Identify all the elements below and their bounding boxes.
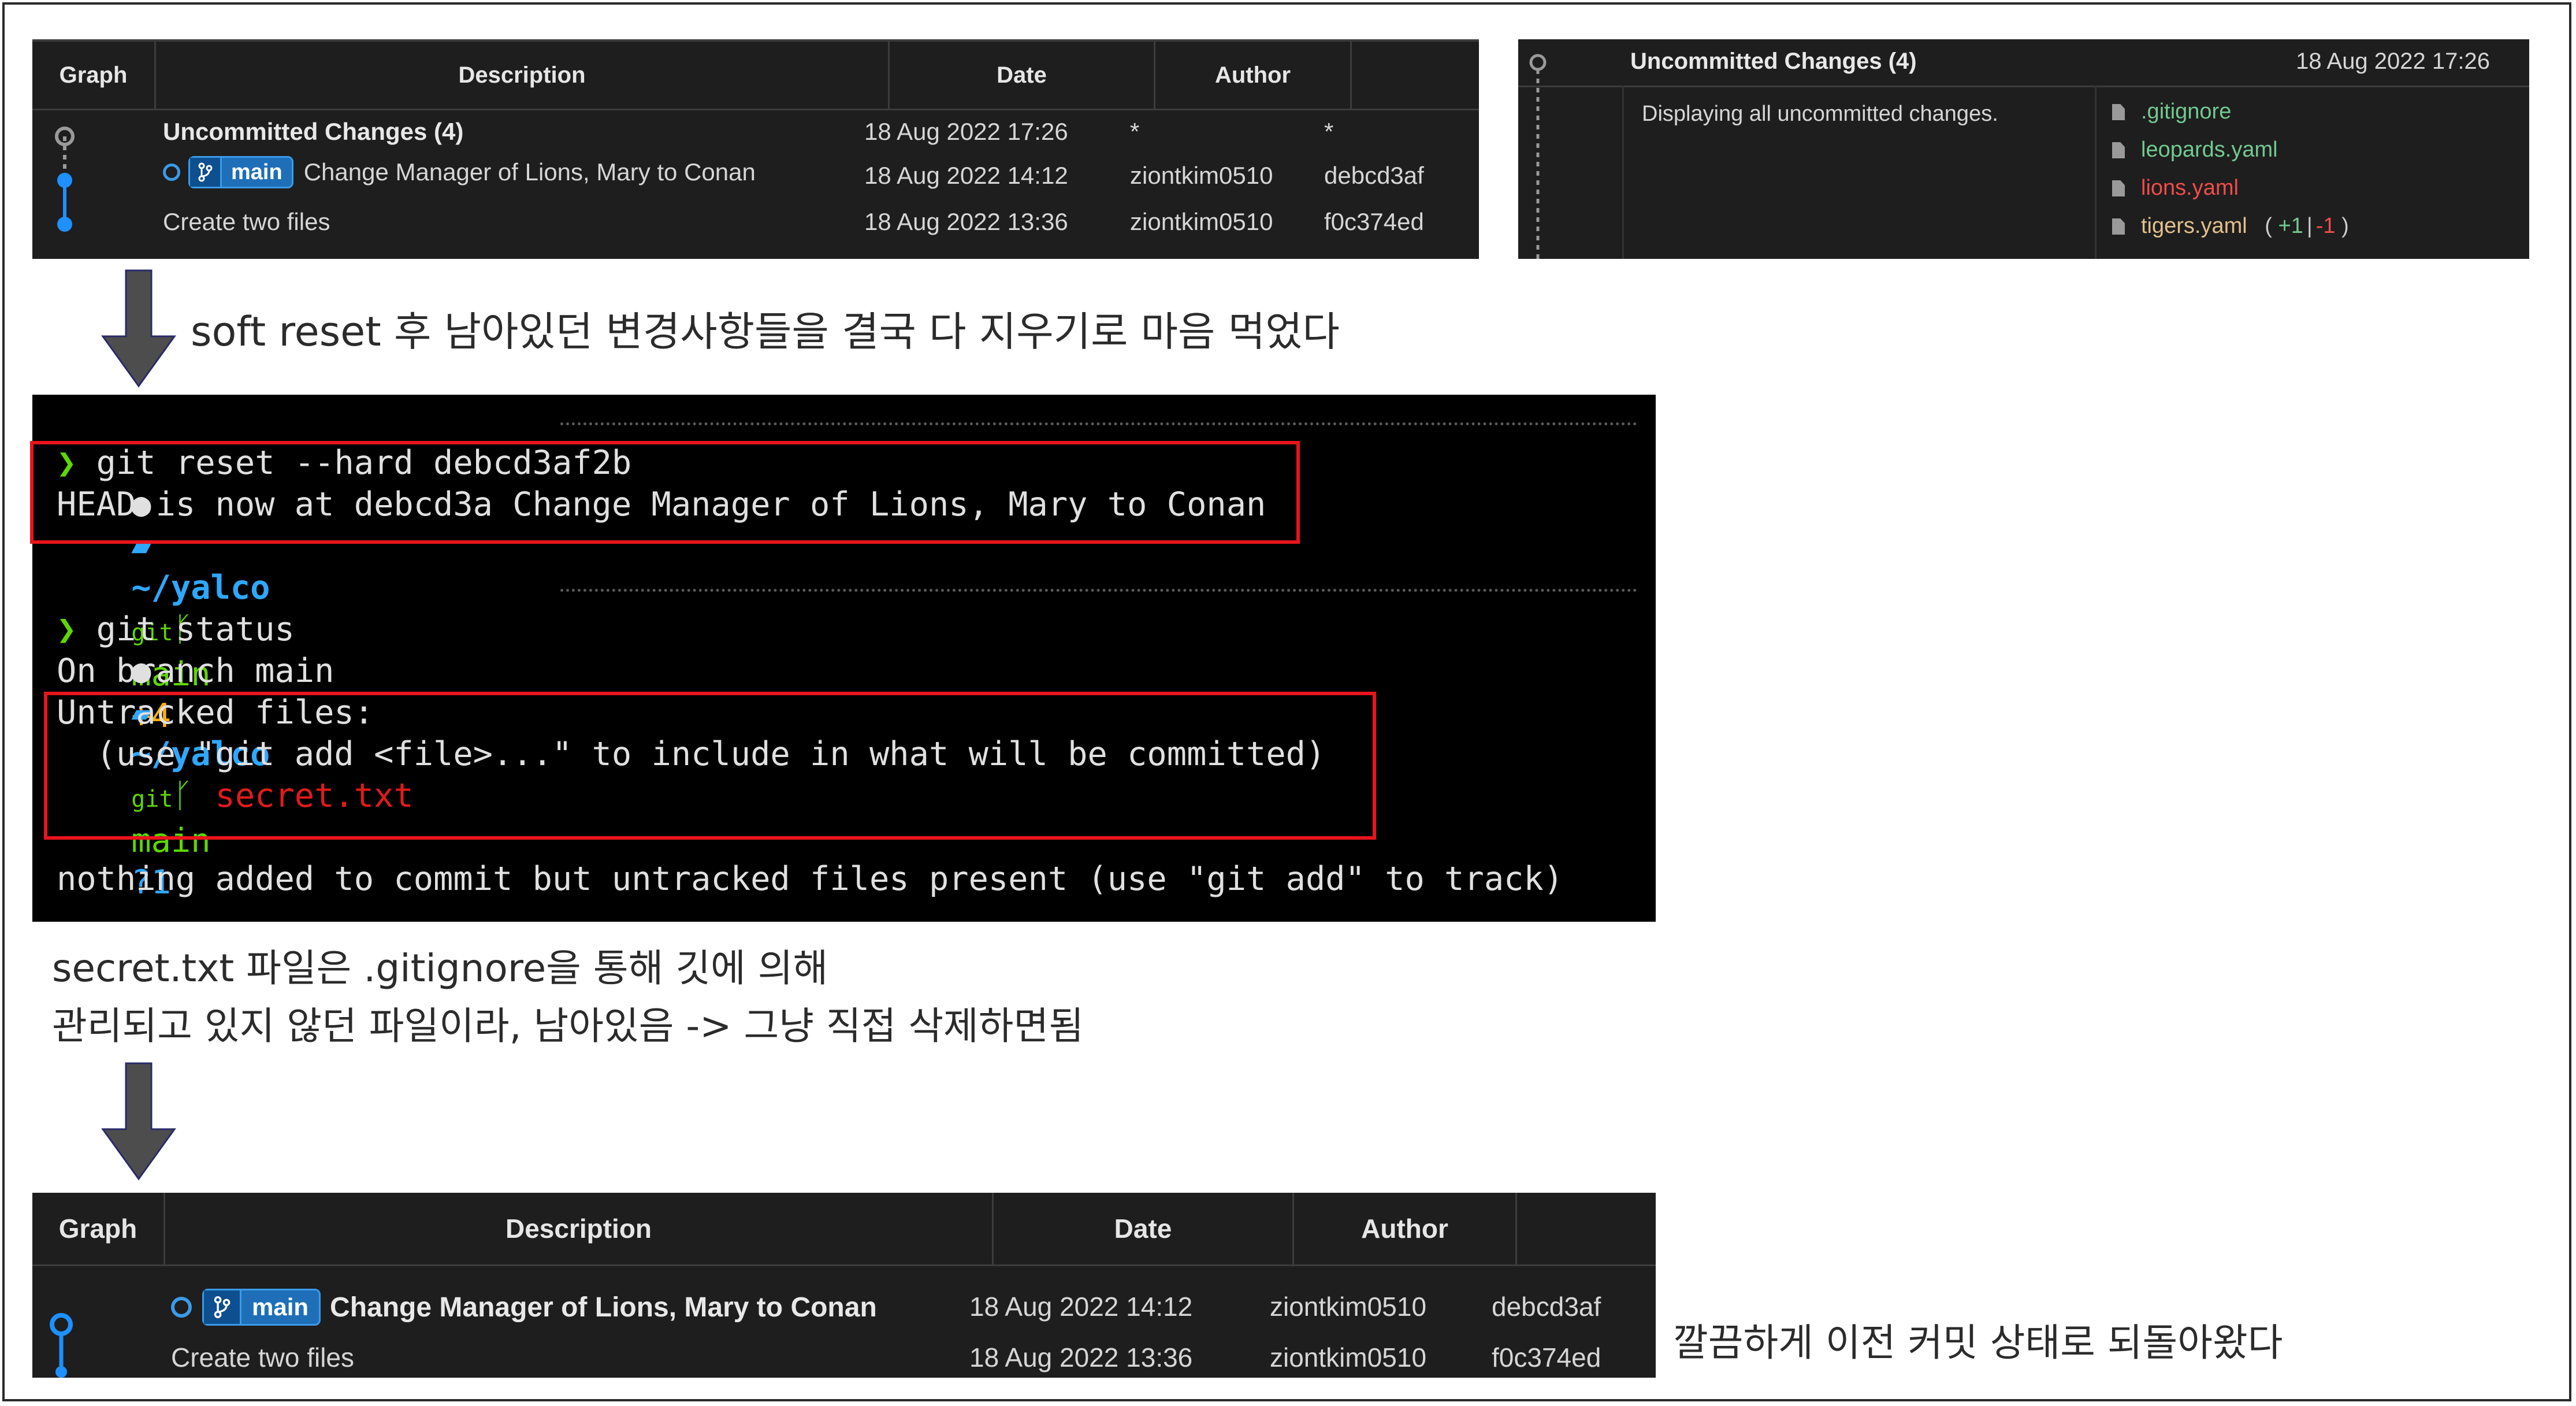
file-name: tigers.yaml [2141,214,2247,238]
prompt-line: ● ▰ ~/yalco gitᚴ main +4 [52,400,1646,735]
file-name: leopards.yaml [2141,138,2278,162]
header-description[interactable]: Description [165,1193,994,1264]
header-description[interactable]: Description [156,42,890,109]
row-uncommitted-author: * [1130,118,1140,145]
row-author: ziontkim0510 [1130,208,1273,235]
diff-added: +1 [2278,214,2303,238]
terminal-window: ● ▰ ~/yalco gitᚴ main +4 ❯ git reset --h… [30,395,1656,922]
caption-secret-line1: secret.txt 파일은 .gitignore을 통해 깃에 의해 [52,946,828,990]
file-name: .gitignore [2141,99,2232,124]
prompt-chevron: ❯ [57,610,77,648]
row-author: ziontkim0510 [1130,162,1273,189]
row-uncommitted-date: 18 Aug 2022 17:26 [864,118,1068,145]
file-tigers-yaml[interactable]: tigers.yaml ( +1 | -1 ) [2112,214,2349,239]
header-date[interactable]: Date [890,42,1155,109]
prompt-line: ● ▰ ~/yalco gitᚴ main ?1 [52,567,1646,902]
header-graph[interactable]: Graph [32,1193,165,1264]
highlight-box-untracked [44,692,1376,840]
row-uncommitted-commit: * [1324,118,1334,145]
bottom-graph-lines [50,1313,73,1378]
row-uncommitted-description[interactable]: Uncommitted Changes (4) [163,118,463,146]
row-date: 18 Aug 2022 14:12 [864,162,1068,189]
top-graph-lines [55,127,75,232]
file-lions-yaml[interactable]: lions.yaml [2112,176,2239,201]
row-description[interactable]: Create two files [163,208,330,236]
top-graph-header: Graph Description Date Author [32,42,1479,110]
header-author[interactable]: Author [1294,1193,1517,1264]
branch-icon [204,1290,241,1324]
file-icon [2112,180,2125,196]
bottom-graph-header: Graph Description Date Author [32,1193,1656,1266]
output-line: nothing added to commit but untracked fi… [57,860,1564,898]
table-row[interactable]: main Change Manager of Lions, Mary to Co… [163,156,756,188]
file-leopards-yaml[interactable]: leopards.yaml [2112,138,2278,162]
prompt-filler [560,589,1637,592]
row-date: 18 Aug 2022 14:12 [969,1292,1193,1322]
output-line: On branch main [57,652,334,690]
diff-stat-open: ( [2265,214,2272,238]
highlight-box-reset [30,441,1300,544]
diff-stat: ( +1 | -1 ) [2265,214,2348,238]
top-git-graph-panel: Graph Description Date Author Uncommitte… [32,39,1479,259]
table-row[interactable]: main Change Manager of Lions, Mary to Co… [171,1289,877,1326]
row-date: 18 Aug 2022 13:36 [969,1342,1193,1372]
details-title: Uncommitted Changes (4) [1630,49,1917,74]
details-date: 18 Aug 2022 17:26 [2296,49,2490,74]
diff-removed: -1 [2315,214,2336,238]
row-author: ziontkim0510 [1270,1292,1427,1322]
header-commit[interactable] [1352,42,1479,109]
caption-secret-line2: 관리되고 있지 않던 파일이라, 남아있음 -> 그냥 직접 삭제하면됨 [52,1004,1084,1048]
file-name: lions.yaml [2141,176,2239,200]
header-date[interactable]: Date [994,1193,1294,1264]
head-ring-icon [163,164,180,181]
row-commit: debcd3af [1324,162,1424,189]
row-date: 18 Aug 2022 13:36 [864,208,1068,235]
details-graph-lines [1529,54,1547,259]
branch-badge-label: main [252,1293,309,1320]
row-commit: f0c374ed [1324,208,1424,235]
branch-badge-label: main [231,159,282,184]
header-graph[interactable]: Graph [32,42,156,109]
file-icon [2112,104,2125,120]
command-text: git status [96,610,295,648]
file-gitignore[interactable]: .gitignore [2112,99,2231,124]
prompt-filler [560,422,1637,425]
head-ring-icon [171,1297,192,1318]
commit-details-panel: Uncommitted Changes (4) 18 Aug 2022 17:2… [1518,39,2529,259]
down-arrow-icon [101,269,176,388]
row-author: ziontkim0510 [1270,1342,1427,1372]
header-author[interactable]: Author [1155,42,1352,109]
row-commit: debcd3af [1492,1292,1601,1322]
diff-separator: | [2306,214,2313,238]
caption-soft-reset: soft reset 후 남아있던 변경사항들을 결국 다 지우기로 마음 먹었… [191,308,1340,355]
details-graph-column-divider [1622,86,1624,259]
branch-badge-main[interactable]: main [188,156,293,188]
command-line: ❯ git status [57,609,295,650]
details-files-divider [2095,86,2097,259]
file-icon [2112,142,2125,158]
diff-stat-close: ) [2341,214,2349,238]
file-icon [2112,218,2125,235]
details-message: Displaying all uncommitted changes. [1642,102,1998,126]
down-arrow-icon [101,1062,176,1181]
row-commit: f0c374ed [1492,1342,1601,1372]
row-description: Change Manager of Lions, Mary to Conan [330,1292,877,1323]
bottom-git-graph-panel: Graph Description Date Author main Chang… [32,1193,1656,1378]
branch-badge-main[interactable]: main [202,1289,321,1326]
caption-clean-state: 깔끔하게 이전 커밋 상태로 되돌아왔다 [1673,1320,2283,1365]
row-description: Change Manager of Lions, Mary to Conan [303,158,756,186]
row-description[interactable]: Create two files [171,1342,354,1373]
branch-icon [190,158,222,187]
header-commit[interactable] [1517,1193,1656,1264]
